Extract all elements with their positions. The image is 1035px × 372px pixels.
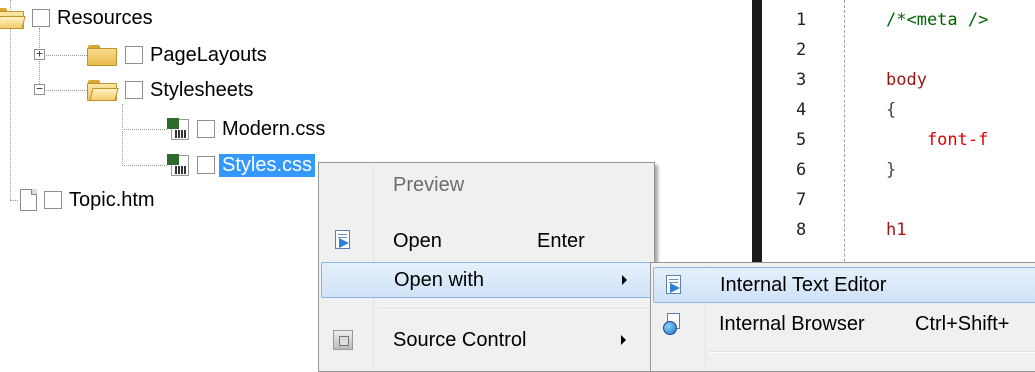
code-line: font-f [886,130,989,150]
menu-item-label: Source Control [393,328,527,351]
tree-item-styles-css[interactable]: Styles.css [167,152,316,178]
tree-item-label: Stylesheets [150,78,254,101]
tree-item-label: Modern.css [222,117,326,140]
line-number: 8 [796,220,807,240]
tree-connector [122,104,123,166]
code-line: } [886,160,897,180]
source-control-icon [333,330,353,350]
open-with-submenu: Internal Text Editor Internal Browser Ct… [650,262,1035,372]
tree-checkbox[interactable] [125,46,143,64]
browser-icon [663,313,683,335]
menu-item-label: Open [393,229,442,252]
menu-item-source-control[interactable]: Source Control [321,322,652,358]
menu-item-preview[interactable]: Preview [321,167,652,203]
tree-connector [39,55,87,56]
tree-checkbox[interactable] [44,191,62,209]
code-line: body [886,70,927,90]
menu-item-label: Open with [394,268,485,291]
tree-item-label: Topic.htm [69,188,155,211]
tree-connector [39,90,87,91]
menu-item-open-with[interactable]: Open with [321,262,652,298]
line-number: 3 [796,70,807,90]
submenu-arrow-icon [622,275,627,285]
code-line: { [886,100,897,120]
tree-connector [10,200,18,201]
menu-item-internal-browser[interactable]: Internal Browser Ctrl+Shift+ [653,306,1035,342]
menu-item-shortcut: Enter [537,229,585,252]
folder-open-icon [0,7,26,29]
tree-connector [122,129,167,130]
stylesheet-file-icon [167,117,191,141]
menu-separator [709,351,1035,353]
tree-connector [122,165,167,166]
menu-item-label: Internal Text Editor [720,273,887,296]
menu-item-open[interactable]: Open Enter [321,223,652,259]
code-line: /*<meta /> [886,10,989,30]
text-editor-icon [664,274,684,296]
tree-item-topic-htm[interactable]: Topic.htm [18,187,155,213]
document-file-icon [18,188,38,212]
menu-item-shortcut: Ctrl+Shift+ [915,312,1010,335]
tree-checkbox[interactable] [32,9,50,27]
tree-checkbox[interactable] [197,156,215,174]
tree-item-stylesheets[interactable]: Stylesheets [87,77,253,103]
submenu-arrow-icon [621,335,626,345]
stylesheet-file-icon [167,153,191,177]
tree-item-modern-css[interactable]: Modern.css [167,116,325,142]
tree-checkbox[interactable] [197,120,215,138]
code-line: h1 [886,220,907,240]
tree-item-label: PageLayouts [150,43,267,66]
line-number: 1 [796,10,807,30]
line-number: 7 [796,190,807,210]
line-number: 5 [796,130,807,150]
line-number: 4 [796,100,807,120]
collapse-minus-icon[interactable]: − [34,83,45,95]
tree-checkbox[interactable] [125,81,143,99]
menu-item-label: Internal Browser [719,312,865,335]
menu-item-internal-text-editor[interactable]: Internal Text Editor [653,267,1035,303]
text-editor-icon [333,229,353,251]
expand-plus-icon[interactable]: + [34,48,45,60]
menu-separator [377,308,650,310]
line-number: 2 [796,40,807,60]
folder-icon [87,44,117,66]
tree-item-pagelayouts[interactable]: PageLayouts [87,42,267,68]
folder-open-icon [87,79,119,101]
tree-item-label: Styles.css [219,153,316,177]
tree-item-label: Resources [57,6,153,29]
tree-item-resources[interactable]: Resources [0,5,153,31]
context-menu: Preview Open Enter Open with Source Cont… [318,162,655,372]
line-number: 6 [796,160,807,180]
menu-item-label: Preview [393,173,465,196]
